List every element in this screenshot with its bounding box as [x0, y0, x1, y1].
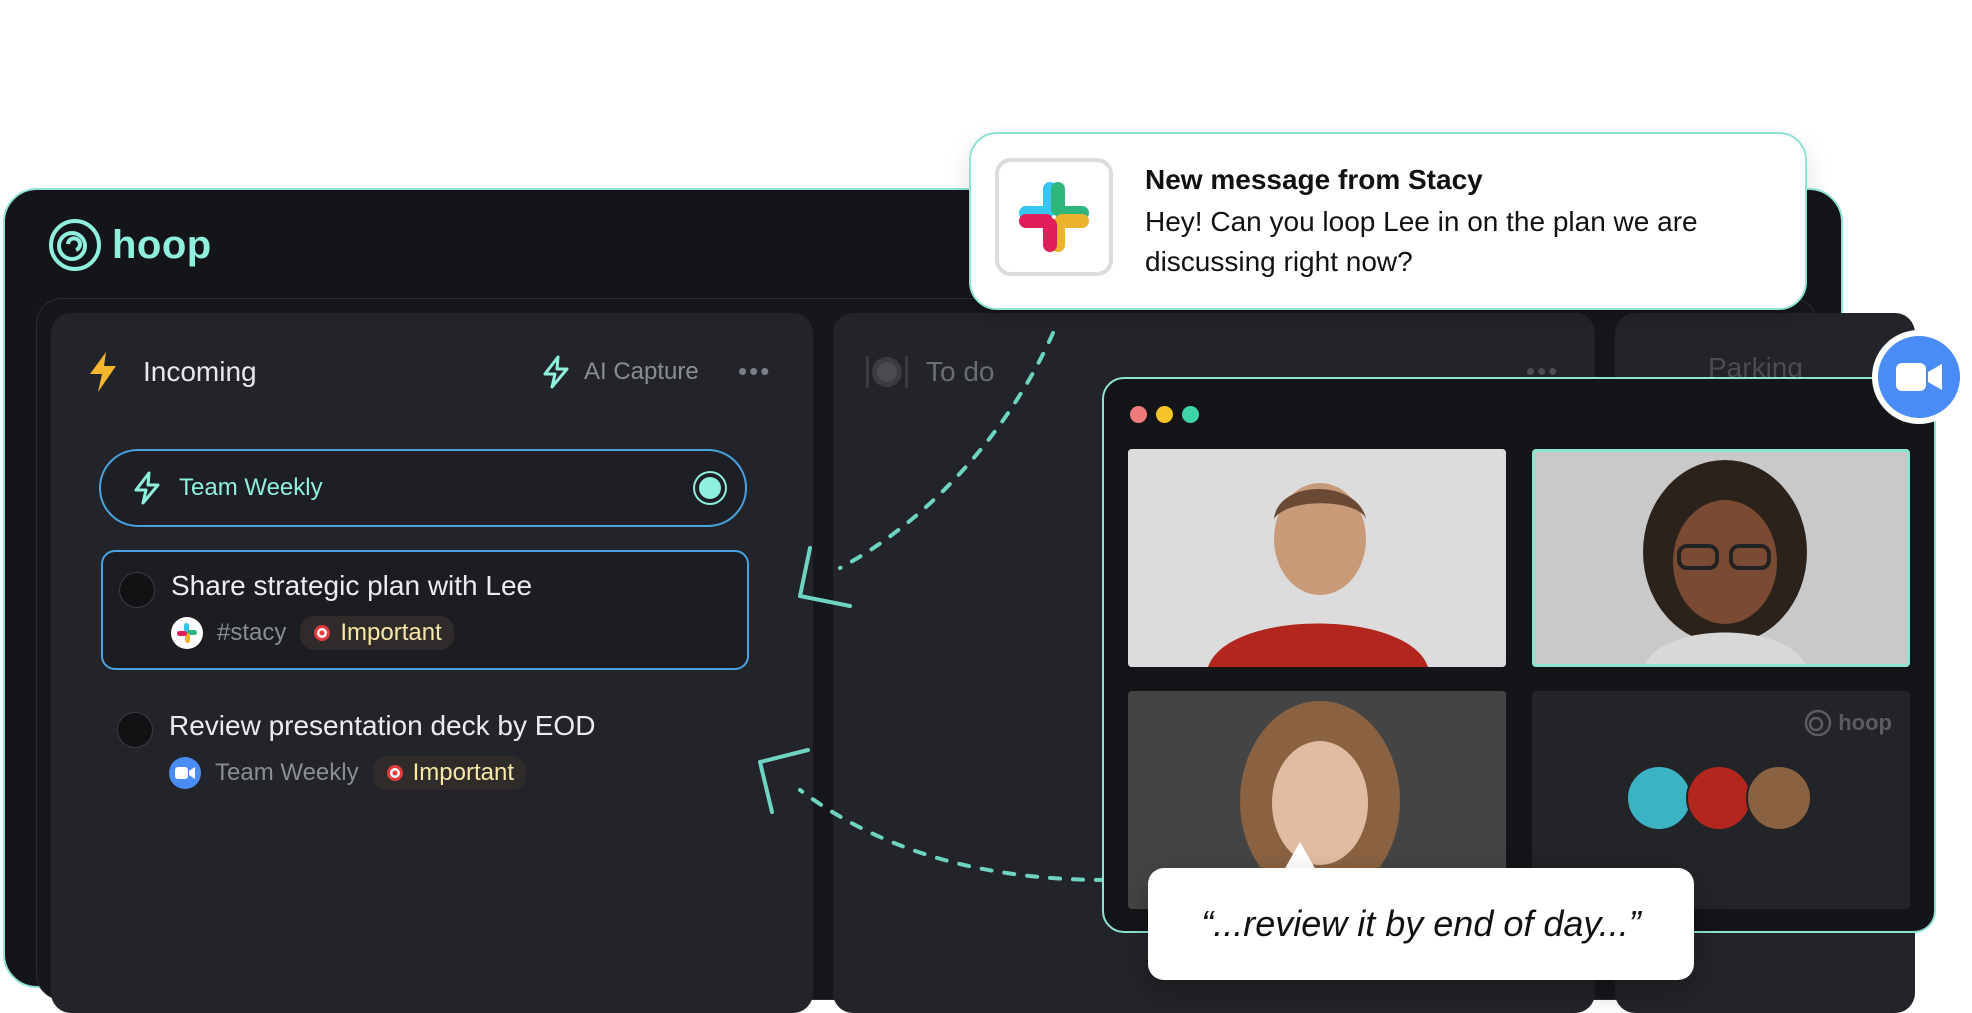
quote-bubble-tip [1284, 842, 1316, 870]
notification-title: New message from Stacy [1145, 164, 1483, 195]
slack-notification[interactable]: New message from Stacy Hey! Can you loop… [969, 132, 1807, 310]
quote-bubble: “...review it by end of day...” [1148, 868, 1694, 980]
window-maximize-icon[interactable] [1182, 406, 1199, 423]
hoop-watermark: hoop [1804, 709, 1892, 737]
window-minimize-icon[interactable] [1156, 406, 1173, 423]
participant-avatars [1626, 765, 1812, 831]
avatar [1686, 765, 1752, 831]
participant-photo-icon [1128, 449, 1506, 667]
zoom-icon [1896, 363, 1942, 391]
slack-app-icon [995, 158, 1113, 276]
notification-body: Hey! Can you loop Lee in on the plan we … [1145, 206, 1698, 277]
video-call-window: hoop [1102, 377, 1936, 933]
window-close-icon[interactable] [1130, 406, 1147, 423]
participant-tile[interactable] [1128, 449, 1506, 667]
participant-photo-icon [1535, 452, 1907, 664]
participant-tile-active[interactable] [1532, 449, 1910, 667]
avatar [1746, 765, 1812, 831]
zoom-badge [1872, 330, 1966, 424]
slack-icon [1019, 182, 1089, 252]
avatar [1626, 765, 1692, 831]
watermark-text: hoop [1838, 710, 1892, 735]
hoop-logo-icon [1804, 709, 1832, 737]
